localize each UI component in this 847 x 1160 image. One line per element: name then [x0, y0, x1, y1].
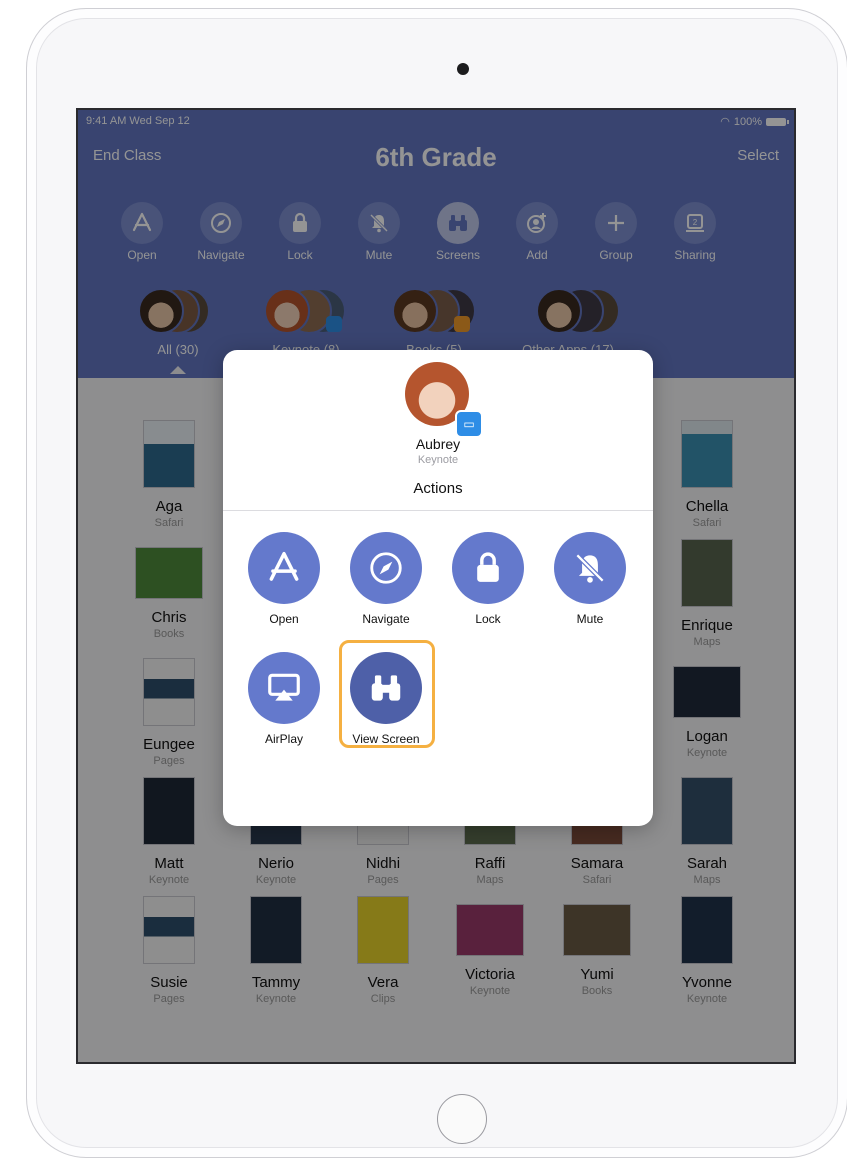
action-label: Open	[269, 612, 299, 626]
action-label: AirPlay	[264, 732, 303, 746]
action-navigate-button[interactable]: Navigate	[336, 532, 436, 626]
action-lock-button[interactable]: Lock	[438, 532, 538, 626]
action-airplay-button[interactable]: AirPlay	[234, 652, 334, 746]
keynote-app-icon: ▭	[455, 410, 483, 438]
lock-icon	[477, 552, 499, 582]
actions-heading: Actions	[413, 480, 463, 497]
student-actions-popover: ▭ Aubrey Keynote Actions Open Navigate L…	[223, 350, 653, 826]
action-label: Mute	[576, 612, 604, 626]
home-button[interactable]	[437, 1094, 487, 1144]
action-mute-button[interactable]: Mute	[540, 532, 640, 626]
compass-icon	[370, 552, 402, 584]
airplay-icon	[268, 673, 300, 701]
highlight-frame	[339, 640, 435, 748]
divider	[223, 510, 653, 511]
student-app: Keynote	[417, 454, 459, 466]
app-store-icon	[269, 552, 299, 581]
action-label: Lock	[475, 612, 501, 626]
screen: 9:41 AM Wed Sep 12 ◠ 100% End Class 6th …	[76, 108, 796, 1064]
action-open-button[interactable]: Open	[234, 532, 334, 626]
front-camera	[457, 63, 469, 75]
bell-slash-icon	[575, 553, 605, 583]
student-name: Aubrey	[415, 436, 461, 452]
action-label: Navigate	[362, 612, 410, 626]
